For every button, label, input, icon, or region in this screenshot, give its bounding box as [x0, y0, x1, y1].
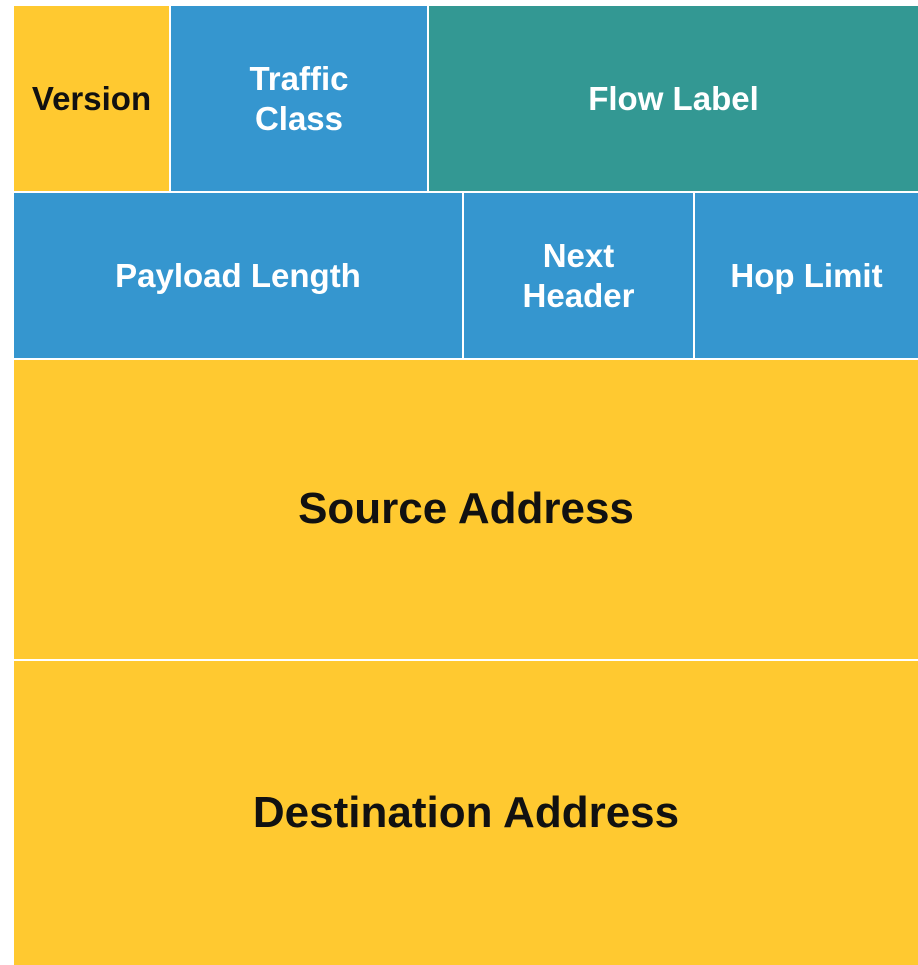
field-payload-length: Payload Length [14, 193, 462, 358]
field-hop-limit: Hop Limit [695, 193, 918, 358]
field-source-address-label: Source Address [298, 484, 634, 534]
field-next-header-line-2: Header [522, 276, 635, 314]
field-hop-limit-label: Hop Limit [730, 256, 883, 294]
field-next-header: Next Header [464, 193, 693, 358]
field-traffic-class-line-2: Class [254, 99, 344, 137]
field-version: Version [14, 6, 169, 191]
field-traffic-class: Traffic Class [171, 6, 427, 191]
field-destination-address: Destination Address [14, 661, 918, 965]
field-next-header-line-1: Next [542, 236, 615, 274]
field-destination-address-label: Destination Address [252, 787, 680, 837]
field-flow-label: Flow Label [429, 6, 918, 191]
field-traffic-class-line-1: Traffic [249, 59, 349, 97]
field-source-address: Source Address [14, 360, 918, 659]
field-payload-length-label: Payload Length [115, 256, 361, 294]
field-flow-label-label: Flow Label [588, 79, 759, 117]
field-version-label: Version [31, 79, 152, 117]
